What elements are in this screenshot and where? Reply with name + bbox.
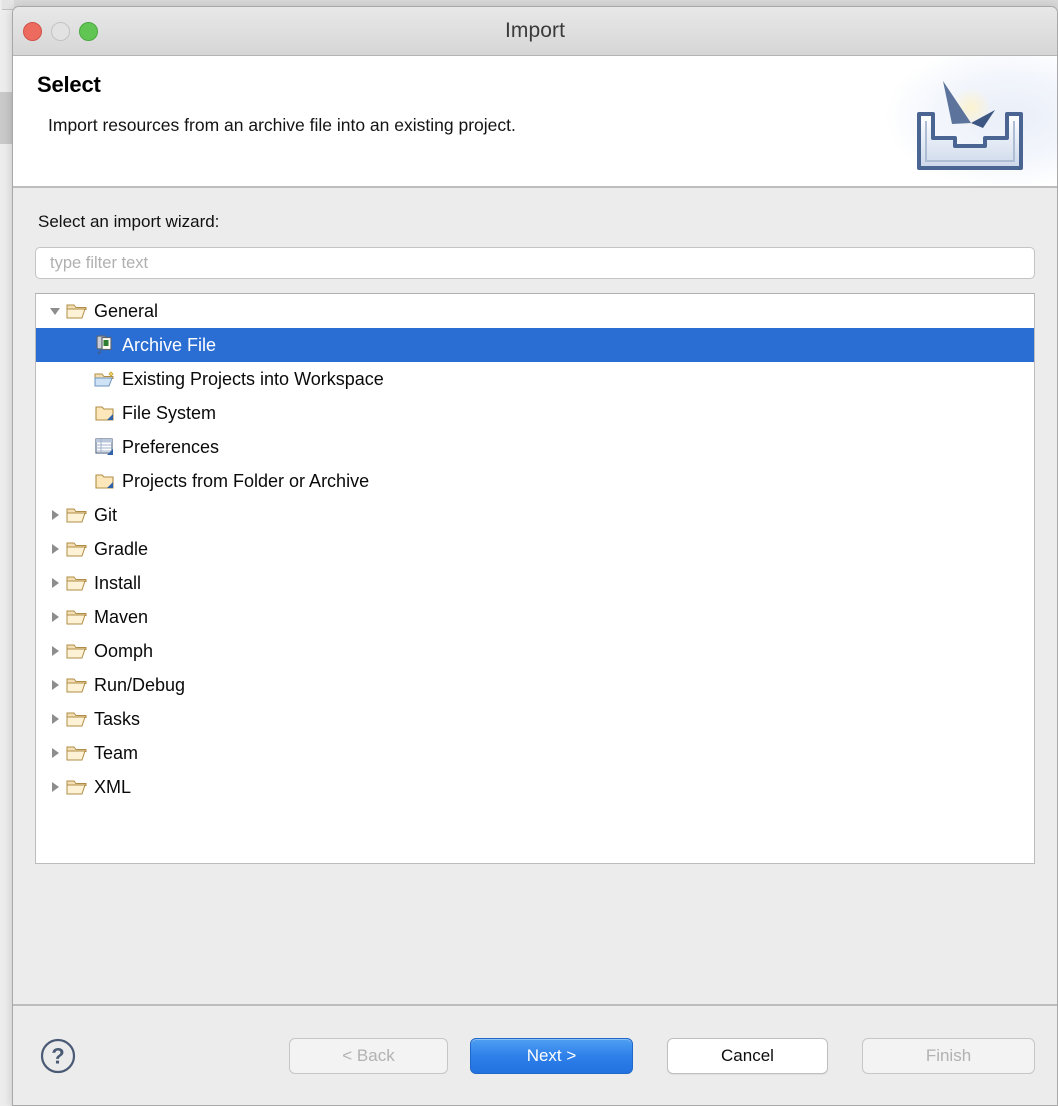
help-question-icon[interactable]: ? [40, 1038, 76, 1074]
tree-row[interactable]: Run/Debug [36, 668, 1034, 702]
tree-row[interactable]: Install [36, 566, 1034, 600]
tree-row[interactable]: Existing Projects into Workspace [36, 362, 1034, 396]
dialog-footer: ? < Back Next > Cancel Finish [13, 1004, 1057, 1105]
window-controls [23, 7, 98, 55]
open-folder-icon [66, 606, 88, 628]
svg-text:?: ? [51, 1043, 64, 1068]
window-title: Import [504, 19, 566, 42]
minimize-button[interactable] [51, 21, 70, 41]
tree-row[interactable]: Projects from Folder or Archive [36, 464, 1034, 498]
chevron-right-icon[interactable] [44, 712, 66, 726]
tree-item-label: Preferences [122, 437, 220, 457]
chevron-right-icon[interactable] [44, 576, 66, 590]
close-button[interactable] [23, 21, 42, 41]
tree-row[interactable]: General [36, 294, 1034, 328]
chevron-right-icon[interactable] [44, 542, 66, 556]
open-folder-icon [66, 538, 88, 560]
tree-row[interactable]: File System [36, 396, 1034, 430]
titlebar: Import [13, 7, 1057, 56]
open-folder-icon [66, 776, 88, 798]
tree-item-label: File System [122, 403, 217, 423]
chevron-right-icon[interactable] [44, 746, 66, 760]
preferences-icon [94, 436, 116, 458]
cancel-button[interactable]: Cancel [667, 1037, 828, 1074]
wizard-header: Select Import resources from an archive … [13, 56, 1057, 188]
tree-item-label: Tasks [94, 709, 141, 729]
folder-icon [94, 470, 116, 492]
tree-item-label: XML [94, 777, 132, 797]
import-wizard-dialog: Import Select Import resources from an a… [12, 6, 1058, 1106]
tree-row[interactable]: Archive File [36, 328, 1034, 362]
open-folder-icon [66, 742, 88, 764]
select-wizard-label: Select an import wizard: [38, 212, 220, 231]
chevron-down-icon[interactable] [44, 304, 66, 318]
chevron-right-icon[interactable] [44, 678, 66, 692]
tree-item-label: Existing Projects into Workspace [122, 369, 384, 389]
open-folder-icon [66, 504, 88, 526]
tree-item-label: Oomph [94, 641, 154, 661]
tree-row[interactable]: XML [36, 770, 1034, 804]
open-folder-icon [66, 300, 88, 322]
tree-row[interactable]: Maven [36, 600, 1034, 634]
folder-icon [94, 402, 116, 424]
import-wizard-icon [909, 72, 1031, 176]
filter-input[interactable] [35, 247, 1035, 279]
tree-item-label: Maven [94, 607, 149, 627]
open-folder-icon [66, 674, 88, 696]
back-button[interactable]: < Back [289, 1037, 448, 1074]
tree-row[interactable]: Team [36, 736, 1034, 770]
next-button[interactable]: Next > [470, 1037, 633, 1074]
zoom-button[interactable] [79, 21, 98, 41]
chevron-right-icon[interactable] [44, 610, 66, 624]
page-description: Import resources from an archive file in… [48, 115, 516, 135]
wizard-tree[interactable]: General Archive File Existing Projects i… [35, 293, 1035, 864]
tree-item-label: Gradle [94, 539, 149, 559]
open-folder-icon [66, 708, 88, 730]
page-title: Select [37, 72, 101, 97]
chevron-right-icon[interactable] [44, 644, 66, 658]
existing-projects-icon [94, 368, 116, 390]
tree-row[interactable]: Tasks [36, 702, 1034, 736]
tree-item-label: Git [94, 505, 118, 525]
finish-button[interactable]: Finish [862, 1037, 1035, 1074]
wizard-body: Select an import wizard: General [13, 188, 1057, 1030]
open-folder-icon [66, 640, 88, 662]
chevron-right-icon[interactable] [44, 508, 66, 522]
open-folder-icon [66, 572, 88, 594]
tree-item-label: Archive File [122, 335, 217, 355]
tree-row[interactable]: Oomph [36, 634, 1034, 668]
tree-item-label: Projects from Folder or Archive [122, 471, 370, 491]
tree-item-label: Install [94, 573, 142, 593]
tree-item-label: General [94, 301, 159, 321]
tree-item-label: Run/Debug [94, 675, 186, 695]
tree-item-label: Team [94, 743, 139, 763]
tree-row[interactable]: Gradle [36, 532, 1034, 566]
chevron-right-icon[interactable] [44, 780, 66, 794]
tree-row[interactable]: Git [36, 498, 1034, 532]
archive-file-icon [94, 334, 116, 356]
tree-row[interactable]: Preferences [36, 430, 1034, 464]
